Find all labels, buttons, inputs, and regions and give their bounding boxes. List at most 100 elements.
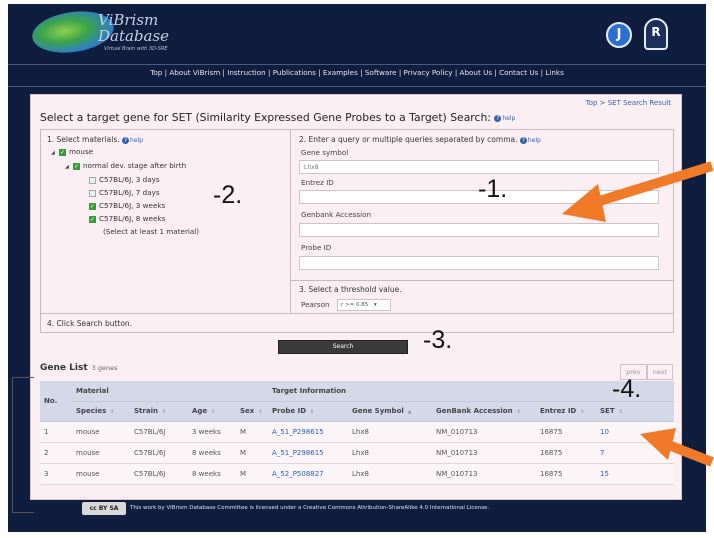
col-header-set[interactable]: SET ⇕: [596, 401, 674, 422]
nav-divider-top: [8, 64, 706, 65]
probe-id-label: Probe ID: [301, 243, 332, 252]
set-count-link[interactable]: 15: [600, 470, 609, 478]
page-frame: ViBrism Database Virtual Brain with 3D-S…: [8, 4, 706, 532]
threshold-selected-value: r >= 0.85: [341, 302, 369, 308]
nav-divider-bottom: [8, 86, 706, 87]
cell-gene-symbol: Lhx8: [348, 421, 432, 443]
mouse-checkbox[interactable]: [59, 148, 66, 156]
logo-subtitle: Virtual Brain with 3D-SRE: [104, 46, 168, 52]
sort-icon[interactable]: ⇕: [580, 409, 584, 415]
sort-icon[interactable]: ⇕: [258, 409, 262, 415]
material-8weeks[interactable]: C57BL/6J, 8 weeks: [89, 214, 165, 223]
cell-age: 3 weeks: [188, 421, 236, 443]
material-3weeks-label: C57BL/6J, 3 weeks: [99, 201, 166, 210]
sort-asc-icon[interactable]: ▲: [408, 409, 412, 415]
sort-icon[interactable]: ⇕: [517, 409, 521, 415]
title-help-link[interactable]: ? help: [494, 114, 516, 122]
step4-label: 4. Click Search button.: [47, 319, 133, 328]
nav-link-top[interactable]: Top: [150, 68, 162, 77]
entrez-id-label: Entrez ID: [301, 178, 334, 187]
genbank-accession-input[interactable]: [299, 223, 659, 237]
breadcrumb-top-link[interactable]: Top: [586, 99, 598, 107]
col-header-genbank[interactable]: GenBank Accession ⇕: [432, 401, 536, 422]
nav-link-examples[interactable]: Examples: [323, 68, 358, 77]
nav-link-software[interactable]: Software: [365, 68, 397, 77]
materials-section: 1. Select materials. ?help ◢ mouse ◢ norma…: [41, 130, 291, 313]
riken-logo-icon[interactable]: R: [644, 18, 668, 50]
help-icon: ?: [519, 136, 527, 144]
gene-symbol-label: Gene symbol: [301, 148, 349, 157]
cell-sex: M: [236, 421, 268, 443]
expand-triangle-icon[interactable]: ◢: [51, 150, 59, 156]
sort-icon[interactable]: ⇕: [619, 409, 623, 415]
step1-help-link[interactable]: ? help: [122, 136, 143, 144]
gene-list-count: 3 genes: [91, 364, 118, 372]
material-3weeks[interactable]: C57BL/6J, 3 weeks: [89, 201, 165, 210]
nav-link-privacy-policy[interactable]: Privacy Policy: [404, 68, 453, 77]
probe-id-link[interactable]: A_51_P298615: [272, 428, 324, 436]
tree-node-mouse[interactable]: ◢ mouse: [51, 147, 93, 156]
material-8weeks-label: C57BL/6J, 8 weeks: [99, 214, 166, 223]
search-button[interactable]: Search: [278, 340, 408, 354]
col-header-strain[interactable]: Strain ⇕: [130, 401, 188, 422]
nav-link-publications[interactable]: Publications: [273, 68, 316, 77]
material-7days[interactable]: C57BL/6J, 7 days: [89, 188, 160, 197]
step2-help-link[interactable]: ? help: [519, 136, 541, 144]
page-title: Select a target gene for SET (Similarity…: [40, 111, 515, 124]
col-header-age[interactable]: Age ⇕: [188, 401, 236, 422]
cell-probe-id: A_52_P508827: [268, 463, 348, 485]
material-8weeks-checkbox[interactable]: [89, 215, 96, 223]
cell-genbank: NM_010713: [432, 463, 536, 485]
gene-symbol-input[interactable]: Lhx8: [299, 160, 659, 174]
col-header-entrez-id-label: Entrez ID: [540, 407, 577, 415]
probe-id-link[interactable]: A_51_P298615: [272, 449, 324, 457]
riken-logo-letter: R: [651, 25, 661, 39]
set-count-link[interactable]: 7: [600, 449, 604, 457]
table-group-header-row: No. Material Target Information: [40, 381, 674, 422]
threshold-select[interactable]: r >= 0.85 ▾: [337, 299, 391, 311]
nav-link-about-vibrism[interactable]: About ViBrism: [169, 68, 220, 77]
sort-icon[interactable]: ⇕: [310, 409, 314, 415]
sort-icon[interactable]: ⇕: [110, 409, 114, 415]
col-header-sex[interactable]: Sex ⇕: [236, 401, 268, 422]
step1-label: 1. Select materials. ? help: [47, 135, 143, 144]
cell-species: mouse: [72, 421, 130, 443]
probe-id-link[interactable]: A_52_P508827: [272, 470, 324, 478]
col-header-species[interactable]: Species ⇕: [72, 401, 130, 422]
nav-link-contact-us[interactable]: Contact Us: [499, 68, 538, 77]
logo-title-line1: ViBrism: [98, 11, 159, 29]
sort-icon[interactable]: ⇕: [162, 409, 166, 415]
partner-logo-icon[interactable]: J: [606, 22, 632, 48]
gene-list-title: Gene List 3 genes: [40, 363, 117, 373]
probe-id-input[interactable]: [299, 256, 659, 270]
tree-node-stage[interactable]: ◢ normal dev. stage after birth: [65, 161, 186, 170]
col-header-sex-label: Sex: [240, 407, 255, 415]
col-header-age-label: Age: [192, 407, 208, 415]
help-label: help: [502, 114, 516, 122]
col-header-strain-label: Strain: [134, 407, 158, 415]
set-count-link[interactable]: 10: [600, 428, 609, 436]
col-header-probe-id[interactable]: Probe ID ⇕: [268, 401, 348, 422]
annotation-4: -4.: [612, 375, 642, 403]
material-3weeks-checkbox[interactable]: [89, 202, 96, 210]
cell-gene-symbol: Lhx8: [348, 463, 432, 485]
nav-link-about-us[interactable]: About Us: [460, 68, 493, 77]
sort-icon[interactable]: ⇕: [211, 409, 215, 415]
material-3days[interactable]: C57BL/6J, 3 days: [89, 175, 160, 184]
nav-link-instruction[interactable]: Instruction: [227, 68, 265, 77]
nav-link-links[interactable]: Links: [545, 68, 563, 77]
next-button[interactable]: next: [646, 364, 673, 380]
material-3days-checkbox[interactable]: [89, 176, 96, 184]
expand-triangle-icon[interactable]: ◢: [65, 164, 73, 170]
col-header-entrez-id[interactable]: Entrez ID ⇕: [536, 401, 596, 422]
material-7days-checkbox[interactable]: [89, 189, 96, 197]
col-header-gene-symbol[interactable]: Gene Symbol ▲: [348, 401, 432, 422]
help-icon: ?: [494, 114, 502, 122]
step2-label-text: 2. Enter a query or multiple queries sep…: [299, 135, 518, 144]
site-logo-title[interactable]: ViBrism Database: [98, 12, 169, 44]
gene-list-title-text: Gene List: [40, 363, 88, 373]
stage-checkbox[interactable]: [73, 162, 80, 170]
cc-license-badge[interactable]: cc BY SA: [82, 502, 126, 515]
cell-no: 1: [40, 421, 72, 443]
materials-note: (Select at least 1 material): [103, 227, 200, 236]
